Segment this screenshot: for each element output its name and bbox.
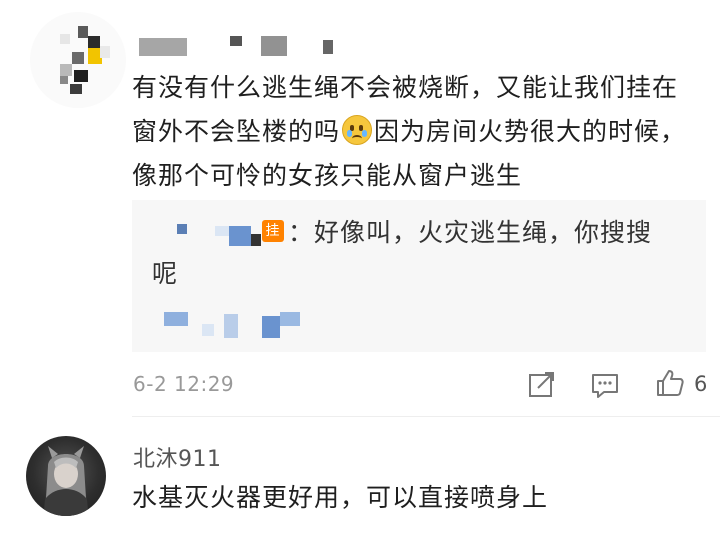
reply-text-continued: 呢 xyxy=(152,259,179,288)
username[interactable]: 北沐911 xyxy=(133,441,222,473)
like-icon[interactable] xyxy=(654,367,686,399)
reply-username-redacted[interactable] xyxy=(175,224,265,250)
timestamp: 6-2 12:29 xyxy=(133,372,235,396)
comment-icon[interactable] xyxy=(590,370,620,400)
share-icon[interactable] xyxy=(527,369,557,399)
comment-text: 水基灭火器更好用，可以直接喷身上 xyxy=(132,483,549,512)
reply-line: 挂：好像叫，火灾逃生绳，你搜搜 xyxy=(262,213,720,253)
username-redacted[interactable] xyxy=(135,34,355,60)
reply-text: ：好像叫，火灾逃生绳，你搜搜 xyxy=(288,218,653,247)
comment-text: 有没有什么逃生绳不会被烧断，又能让我们挂在窗外不会坠楼的吗 因为房间火势很大的时候… xyxy=(132,66,692,198)
like-count[interactable]: 6 xyxy=(694,372,707,396)
divider xyxy=(132,416,720,417)
avatar[interactable] xyxy=(26,436,106,516)
avatar[interactable] xyxy=(30,12,126,108)
reply-more-redacted[interactable] xyxy=(162,312,302,338)
pleading-face-icon xyxy=(342,115,373,145)
reply-badge: 挂 xyxy=(262,220,284,242)
